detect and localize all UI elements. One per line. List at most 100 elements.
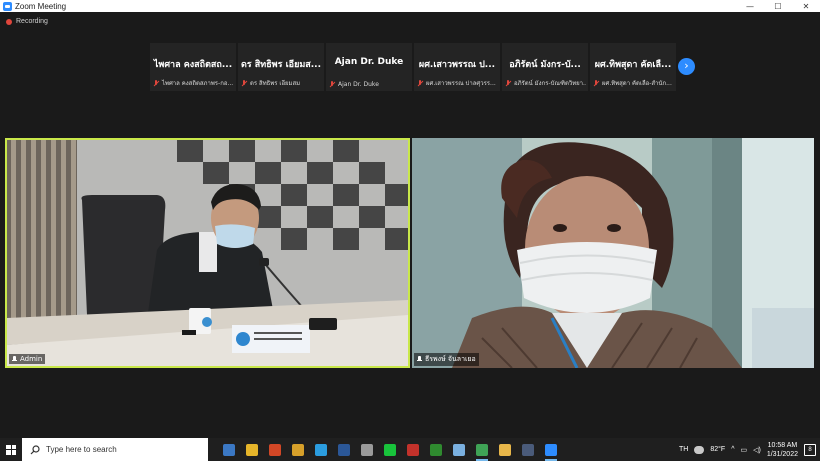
participant-display-name: Ajan Dr. Duke [334,57,404,67]
microphone-icon [417,356,422,363]
speaker-name: Admin [20,355,43,363]
powerpoint-icon [269,443,281,456]
language-indicator[interactable]: TH [679,446,688,453]
taskbar-app-word[interactable] [335,438,353,461]
notification-count: 8 [808,446,812,453]
chevron-up-icon[interactable]: ^ [731,446,734,453]
recording-indicator[interactable]: Recording [6,18,48,25]
word-2-icon [522,443,534,456]
zoom-icon [545,443,557,456]
start-button[interactable] [0,438,22,461]
maximize-button[interactable]: ☐ [764,0,792,12]
participant-name: ดร สิทธิพร เอียมสม [250,80,301,87]
meeting-area: Recording ไพศาล คงสถิตสถ... ไพศาล คงสถิต… [0,12,820,438]
taskbar-app-line[interactable] [381,438,399,461]
participant-name: Ajan Dr. Duke [338,81,379,88]
taskbar-app-edge[interactable] [312,438,330,461]
participant-thumbnail[interactable]: ผศ.เสาวพรรณ ป... ผศ.เสาวพรรณ ปาลศุวรร... [414,43,500,91]
red-app-icon [407,443,419,456]
windows-logo-icon [6,444,16,455]
participant-thumbnail[interactable]: ดร สิทธิพร เอียมส... ดร สิทธิพร เอียมสม [238,43,324,91]
media-player-icon [292,443,304,456]
taskbar-app-xbox[interactable] [427,438,445,461]
notepad-icon [453,443,465,456]
speaker-name-tag: Admin [9,354,46,364]
network-icon[interactable]: ▭ [741,446,748,454]
speaker-name-tag: ธีรพงษ์ จันลาเยอ [414,353,479,366]
file-manager-icon [223,443,235,456]
participant-name-tag: Ajan Dr. Duke [329,81,410,88]
taskbar-app-chrome-2[interactable] [473,438,491,461]
taskbar-app-zoom[interactable] [542,438,560,461]
window-title: Zoom Meeting [15,1,67,11]
word-icon [338,443,350,456]
zoom-logo-icon [3,1,12,11]
participant-name: อภิรัตน์ มังกร-บัณฑิตวิทยา... [514,80,586,87]
participant-display-name: ผศ.ทิพสุดา คัดเลื... [594,60,672,70]
chevron-right-icon: › [684,59,689,72]
participant-name-tag: ผศ.เสาวพรรณ ปาลศุวรร... [417,78,498,88]
weather-icon [694,445,705,454]
mic-muted-icon [329,81,335,88]
taskbar-app-powerpoint[interactable] [266,438,284,461]
clock-time: 10:58 AM [767,441,798,449]
taskbar-app-folder[interactable] [496,438,514,461]
recording-label: Recording [16,18,48,25]
window-titlebar: Zoom Meeting — ☐ ✕ [0,0,820,12]
chrome-icon [246,443,258,456]
search-icon [30,444,40,454]
participant-name: ผศ.ทิพสุดา คัดเลือ-สำนัก... [602,80,672,87]
taskbar-app-red-app[interactable] [404,438,422,461]
usb-icon [361,443,373,456]
edge-icon [315,443,327,456]
xbox-icon [430,443,442,456]
participant-display-name: ดร สิทธิพร เอียมส... [240,60,322,70]
mic-muted-icon [505,79,511,87]
participant-name-tag: ดร สิทธิพร เอียมสม [241,78,322,88]
participant-name-tag: ไพศาล คงสถิตสภาพร-กอ... [153,78,234,88]
recording-dot-icon [6,18,12,25]
participant-name: ผศ.เสาวพรรณ ปาลศุวรร... [426,80,496,87]
taskbar-app-media-player[interactable] [289,438,307,461]
taskbar-app-notepad[interactable] [450,438,468,461]
taskbar-app-usb[interactable] [358,438,376,461]
taskbar-search-box[interactable]: Type here to search [22,438,208,461]
volume-icon[interactable]: ◁) [753,446,761,454]
chrome-2-icon [476,443,488,456]
participant-name-tag: อภิรัตน์ มังกร-บัณฑิตวิทยา... [505,78,586,88]
participant-display-name: ผศ.เสาวพรรณ ป... [418,60,496,70]
mic-muted-icon [593,79,599,87]
close-button[interactable]: ✕ [792,0,820,12]
speaker-video-left[interactable]: Admin [5,138,410,368]
speaker-video-right-image [412,138,814,368]
folder-icon [499,443,511,456]
participant-display-name: ไพศาล คงสถิตสถ... [153,60,233,70]
weather-temperature[interactable]: 82°F [710,446,725,453]
line-icon [384,443,396,456]
system-tray: TH 82°F ^ ▭ ◁) 10:58 AM 1/31/2022 8 [679,438,820,461]
taskbar-app-file-manager[interactable] [220,438,238,461]
speaker-video-left-image [7,140,408,366]
speaker-video-right[interactable]: ธีรพงษ์ จันลาเยอ [412,138,814,368]
taskbar-app-chrome[interactable] [243,438,261,461]
mic-muted-icon [241,79,247,87]
taskbar-clock[interactable]: 10:58 AM 1/31/2022 [767,441,798,459]
mic-muted-icon [153,79,159,87]
windows-taskbar: Type here to search TH 82°F ^ ▭ ◁) 10:58… [0,438,820,461]
speaker-name: ธีรพงษ์ จันลาเยอ [425,355,476,363]
taskbar-apps [220,438,560,461]
search-placeholder: Type here to search [46,445,117,454]
taskbar-app-word-2[interactable] [519,438,537,461]
participant-thumbnail[interactable]: อภิรัตน์ มังกร-บั... อภิรัตน์ มังกร-บัณฑ… [502,43,588,91]
participant-thumbnail[interactable]: Ajan Dr. Duke Ajan Dr. Duke [326,43,412,91]
clock-date: 1/31/2022 [766,450,798,458]
participant-thumbnail[interactable]: ผศ.ทิพสุดา คัดเลื... ผศ.ทิพสุดา คัดเลือ-… [590,43,676,91]
participant-display-name: อภิรัตน์ มังกร-บั... [509,60,581,70]
microphone-icon [12,355,17,363]
notification-center-icon[interactable]: 8 [804,443,816,456]
mic-muted-icon [417,79,423,87]
minimize-button[interactable]: — [736,0,764,12]
next-page-button[interactable]: › [678,58,695,75]
participant-thumbnail-strip: ไพศาล คงสถิตสถ... ไพศาล คงสถิตสภาพร-กอ..… [150,43,676,91]
participant-thumbnail[interactable]: ไพศาล คงสถิตสถ... ไพศาล คงสถิตสภาพร-กอ..… [150,43,236,91]
